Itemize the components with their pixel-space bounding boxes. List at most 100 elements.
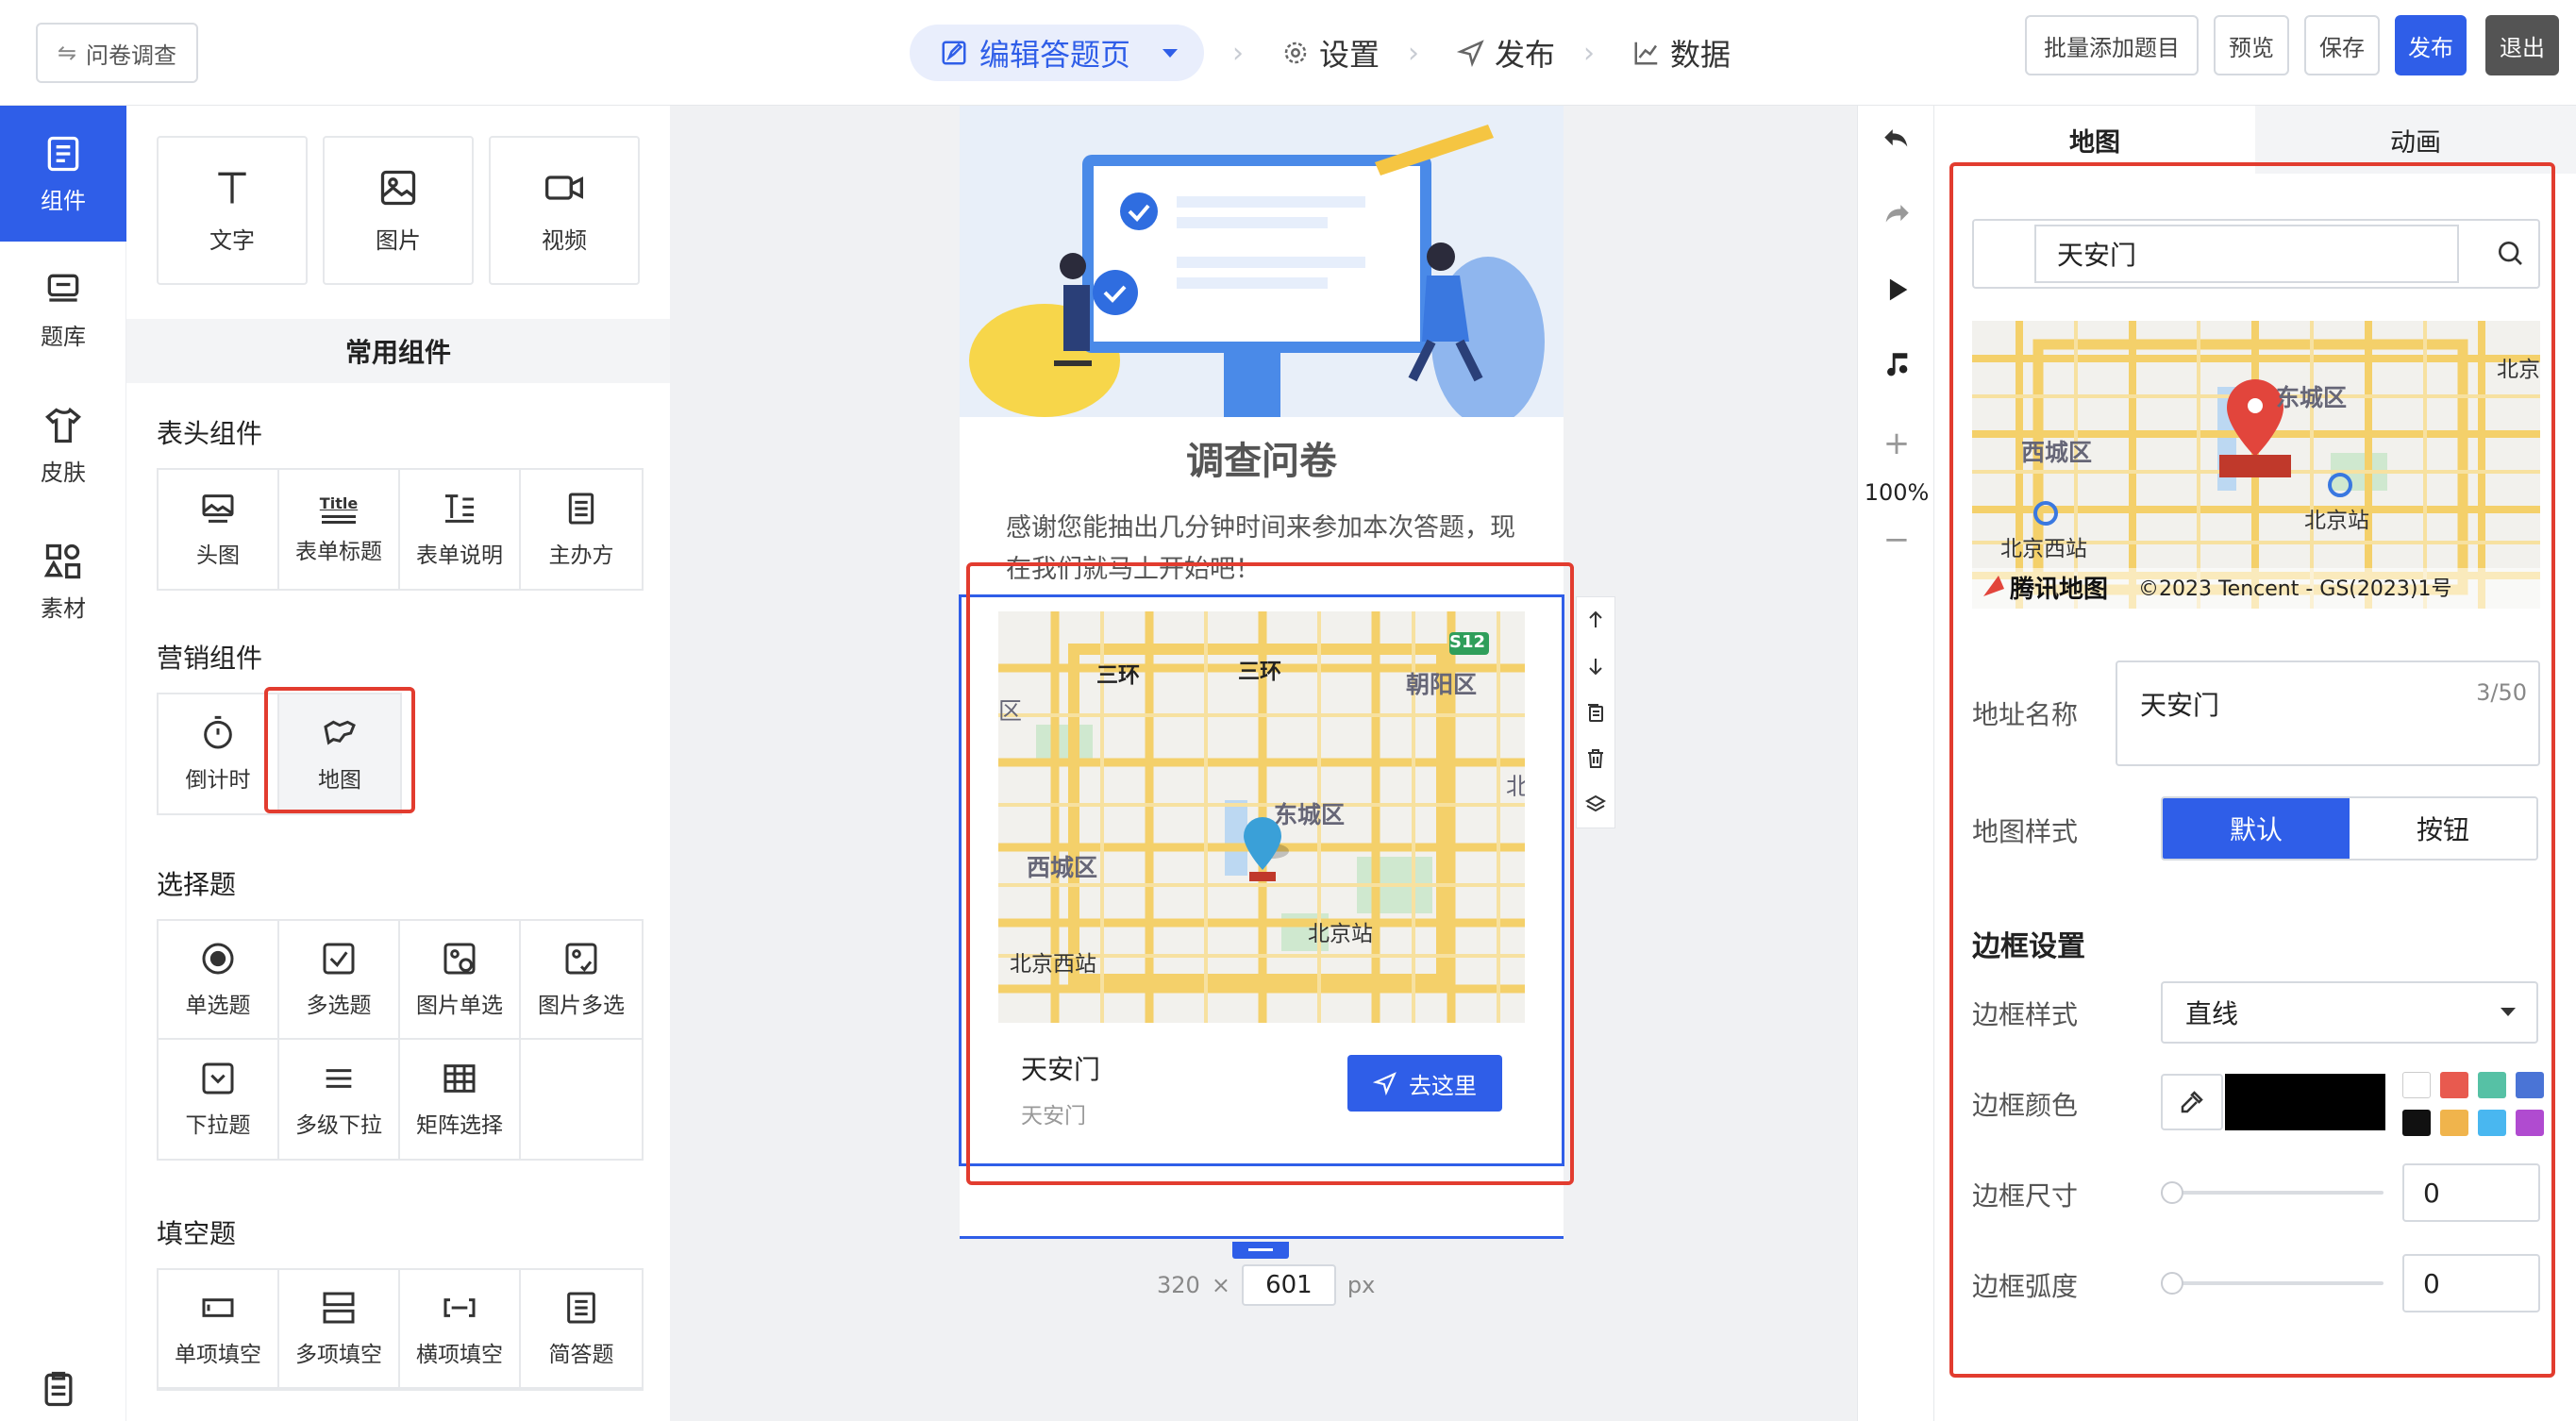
header-image-label: 头图 bbox=[196, 543, 240, 568]
list-lines-icon bbox=[326, 1069, 352, 1088]
dropdown-item[interactable]: 下拉题 bbox=[159, 1040, 279, 1159]
bracket-icon bbox=[443, 1298, 476, 1317]
resize-handle[interactable] bbox=[1232, 1242, 1289, 1259]
image-check-icon bbox=[565, 943, 597, 975]
image-component-label: 图片 bbox=[376, 226, 421, 254]
organizer-label: 主办方 bbox=[548, 543, 614, 568]
nav-skin[interactable]: 皮肤 bbox=[0, 377, 126, 513]
step-separator: › bbox=[1232, 36, 1245, 70]
title-icon-text: Title bbox=[319, 493, 359, 512]
batch-add-button[interactable]: 批量添加题目 bbox=[2025, 15, 2199, 75]
input-box-icon bbox=[202, 1298, 234, 1317]
line-chart-icon bbox=[1634, 42, 1658, 65]
nav-materials[interactable]: 素材 bbox=[0, 513, 126, 649]
single-choice-label: 单选题 bbox=[185, 994, 251, 1018]
multi-choice-item[interactable]: 多选题 bbox=[279, 921, 400, 1040]
radio-icon bbox=[202, 943, 234, 975]
back-label: 问卷调查 bbox=[86, 42, 177, 69]
video-component[interactable]: 视频 bbox=[489, 136, 640, 285]
single-fill-item[interactable]: 单项填空 bbox=[159, 1270, 279, 1389]
cascade-dropdown-item[interactable]: 多级下拉 bbox=[279, 1040, 400, 1159]
matrix-label: 矩阵选择 bbox=[416, 1113, 503, 1138]
step-data[interactable]: 数据 bbox=[1632, 31, 1731, 75]
copy-icon[interactable] bbox=[1584, 701, 1607, 724]
component-toolbar bbox=[1576, 596, 1615, 828]
move-up-icon[interactable] bbox=[1584, 609, 1607, 631]
step-separator: › bbox=[1408, 36, 1420, 70]
save-button[interactable]: 保存 bbox=[2304, 15, 2380, 75]
step-settings[interactable]: 设置 bbox=[1281, 31, 1380, 75]
nav-question-bank[interactable]: 题库 bbox=[0, 242, 126, 377]
swap-arrow-icon: ⇋ bbox=[57, 40, 77, 66]
send-icon bbox=[1457, 40, 1484, 67]
step-separator: › bbox=[1583, 36, 1596, 70]
play-button[interactable] bbox=[1858, 274, 1935, 306]
matrix-item[interactable]: 矩阵选择 bbox=[400, 1040, 521, 1159]
short-answer-item[interactable]: 简答题 bbox=[521, 1270, 642, 1389]
header-image-item[interactable]: 头图 bbox=[159, 470, 279, 589]
edit-icon bbox=[942, 41, 966, 65]
choice-components-grid: 单选题 多选题 图片单选 图片多选 下拉题 多级下拉 矩阵选择 bbox=[157, 919, 644, 1161]
publish-button[interactable]: 发布 bbox=[2395, 15, 2467, 75]
image-component[interactable]: 图片 bbox=[323, 136, 474, 285]
text-component-label: 文字 bbox=[209, 226, 255, 254]
single-choice-item[interactable]: 单选题 bbox=[159, 921, 279, 1040]
move-down-icon[interactable] bbox=[1584, 655, 1607, 677]
form-desc-label: 表单说明 bbox=[416, 543, 503, 568]
image-icon bbox=[380, 170, 416, 205]
survey-title[interactable]: 调查问卷 bbox=[960, 430, 1564, 485]
stack-icon bbox=[47, 274, 79, 302]
text-component[interactable]: 文字 bbox=[157, 136, 308, 285]
nav-components[interactable]: 组件 bbox=[0, 106, 126, 242]
times-sign: × bbox=[1211, 1272, 1230, 1298]
dropdown-label: 下拉题 bbox=[185, 1113, 251, 1138]
music-button[interactable] bbox=[1858, 349, 1935, 381]
single-fill-label: 单项填空 bbox=[175, 1343, 261, 1367]
step-nav: 编辑答题页 › 设置 › 发布 › 数据 bbox=[910, 23, 1731, 83]
zoom-in-button[interactable]: + bbox=[1858, 425, 1935, 462]
redo-button[interactable] bbox=[1858, 198, 1935, 230]
form-title-label: 表单标题 bbox=[295, 539, 382, 564]
fill-components-title: 填空题 bbox=[157, 1218, 237, 1249]
multi-fill-label: 多项填空 bbox=[295, 1343, 382, 1367]
step-publish[interactable]: 发布 bbox=[1457, 31, 1555, 75]
countdown-label: 倒计时 bbox=[185, 768, 251, 793]
preview-button[interactable]: 预览 bbox=[2214, 15, 2289, 75]
image-radio-icon bbox=[443, 943, 476, 975]
undo-button[interactable] bbox=[1858, 123, 1935, 155]
header-components-grid: 头图 Title 表单标题 表单说明 主办方 bbox=[157, 468, 644, 591]
document-icon bbox=[568, 493, 594, 525]
form-desc-item[interactable]: 表单说明 bbox=[400, 470, 521, 589]
clipboard-icon[interactable] bbox=[38, 1368, 79, 1410]
layers-icon[interactable] bbox=[1584, 794, 1607, 816]
back-button[interactable]: ⇋ 问卷调查 bbox=[36, 23, 198, 83]
image-single-item[interactable]: 图片单选 bbox=[400, 921, 521, 1040]
trash-icon[interactable] bbox=[1584, 747, 1607, 770]
image-multi-label: 图片多选 bbox=[538, 994, 625, 1018]
multi-choice-label: 多选题 bbox=[306, 994, 372, 1018]
countdown-item[interactable]: 倒计时 bbox=[159, 694, 279, 813]
step-edit[interactable]: 编辑答题页 bbox=[910, 25, 1205, 81]
inline-fill-item[interactable]: 横项填空 bbox=[400, 1270, 521, 1389]
video-icon bbox=[545, 175, 583, 200]
video-component-label: 视频 bbox=[542, 226, 587, 254]
music-note-icon bbox=[1887, 353, 1908, 376]
nav-materials-label: 素材 bbox=[41, 594, 86, 622]
image-multi-item[interactable]: 图片多选 bbox=[521, 921, 642, 1040]
empty-cell bbox=[521, 1040, 642, 1159]
exit-button[interactable]: 退出 bbox=[2485, 15, 2559, 75]
form-title-item[interactable]: Title 表单标题 bbox=[279, 470, 400, 589]
inline-fill-label: 横项填空 bbox=[416, 1343, 503, 1367]
zoom-out-button[interactable]: − bbox=[1858, 521, 1935, 559]
organizer-item[interactable]: 主办方 bbox=[521, 470, 642, 589]
redo-icon bbox=[1885, 205, 1909, 223]
multi-input-icon bbox=[323, 1292, 355, 1324]
fill-components-grid: 单项填空 多项填空 横项填空 简答题 bbox=[157, 1268, 644, 1391]
right-toolbar: + 100% − bbox=[1857, 106, 1934, 1421]
unit-label: px bbox=[1347, 1272, 1376, 1298]
top-bar: ⇋ 问卷调查 编辑答题页 › 设置 › 发布 › 数据 批量添加题目 预览 保存… bbox=[0, 0, 2576, 106]
zoom-level: 100% bbox=[1864, 479, 1930, 506]
nav-skin-label: 皮肤 bbox=[41, 459, 86, 486]
multi-fill-item[interactable]: 多项填空 bbox=[279, 1270, 400, 1389]
page-height-input[interactable]: 601 bbox=[1241, 1264, 1336, 1306]
